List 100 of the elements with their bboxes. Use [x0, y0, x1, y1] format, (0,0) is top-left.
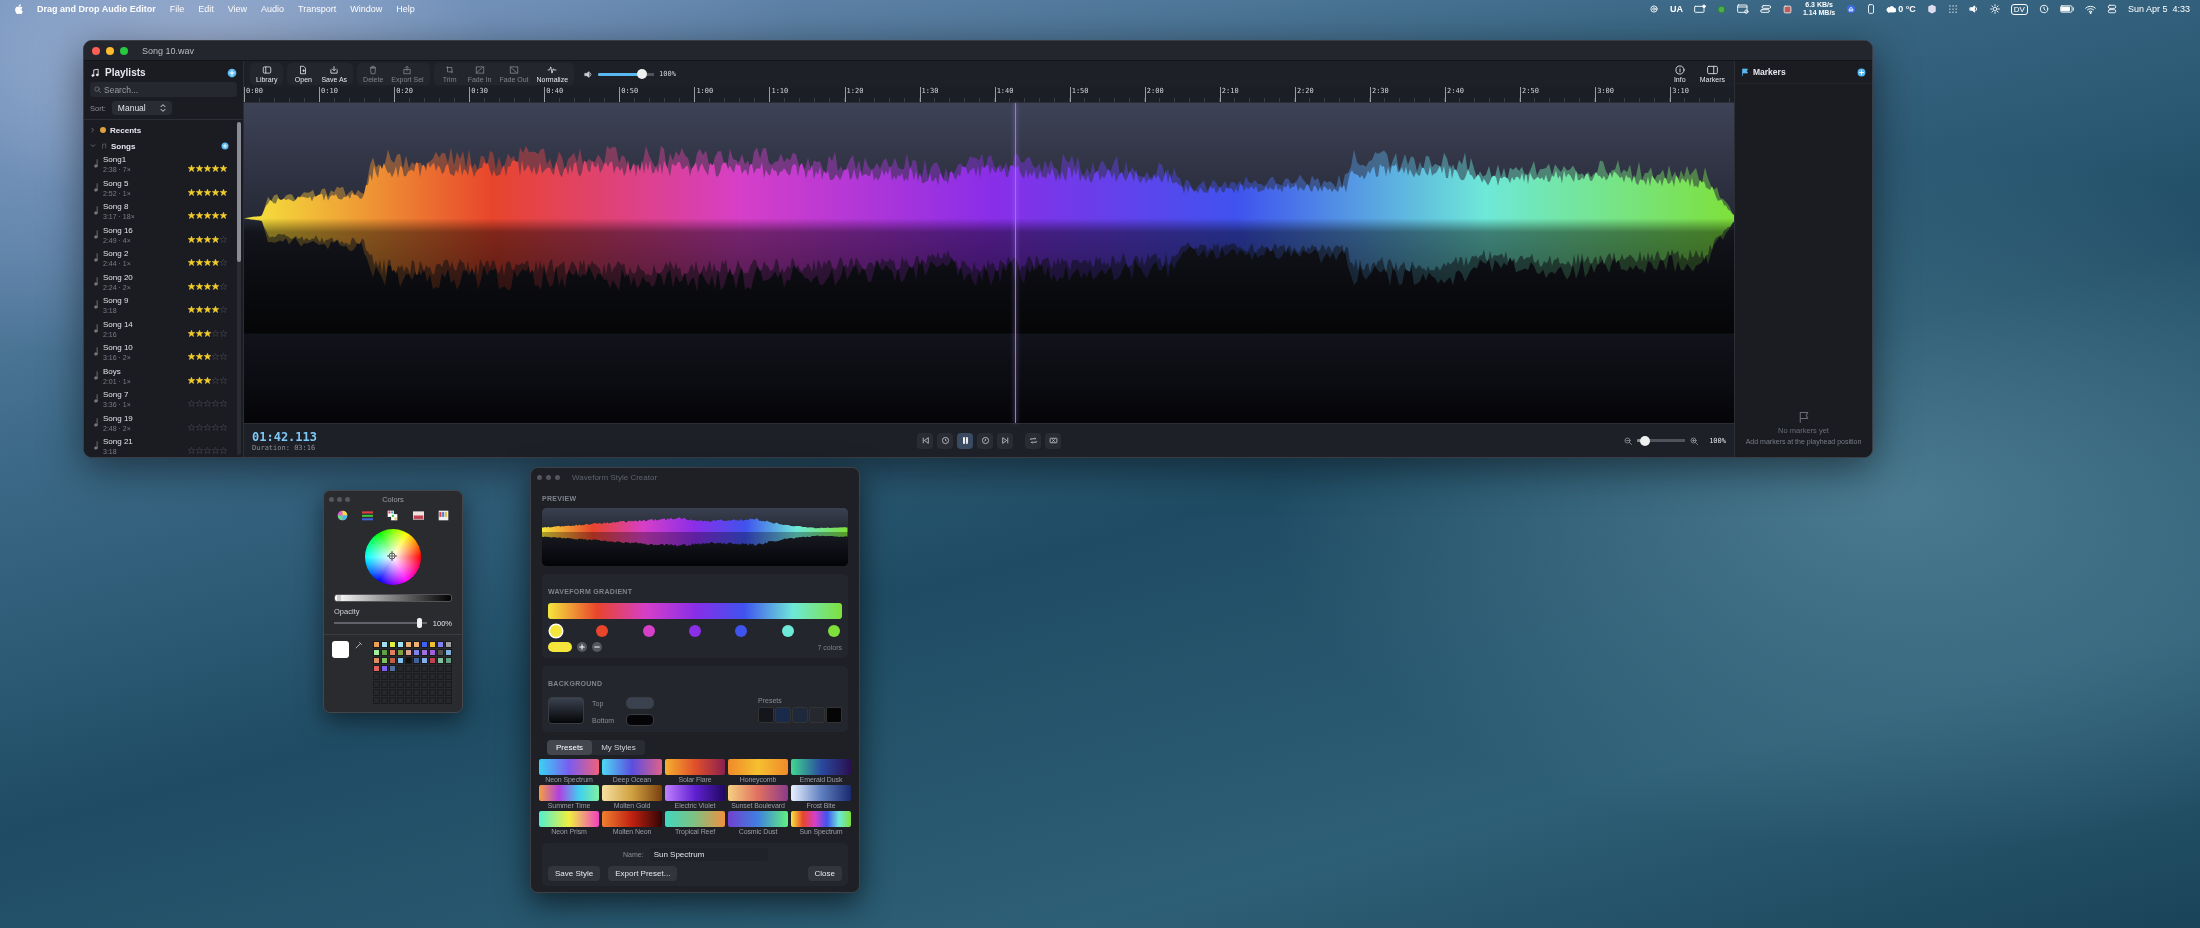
name-field[interactable]: Sun Spectrum	[649, 848, 768, 861]
eject-icon[interactable]	[1846, 4, 1857, 14]
transport-button[interactable]	[957, 432, 973, 449]
playlist-item[interactable]: Songs	[84, 138, 235, 154]
star-rating[interactable]	[188, 353, 227, 360]
color-swatch[interactable]	[332, 641, 349, 658]
music-note-icon	[94, 370, 99, 380]
star-rating[interactable]	[188, 188, 227, 196]
star-rating[interactable]	[188, 165, 227, 172]
volume-icon[interactable]	[584, 69, 594, 79]
zoom-button[interactable]	[120, 46, 128, 55]
star-rating[interactable]	[188, 329, 227, 337]
chip-icon[interactable]	[1782, 4, 1792, 14]
wifi-icon[interactable]	[2084, 4, 2096, 14]
export-button[interactable]: Export Preset...	[608, 866, 678, 881]
control-center-icon[interactable]	[2106, 4, 2117, 14]
phone-icon[interactable]	[1867, 4, 1876, 14]
tab[interactable]: Presets	[547, 740, 593, 755]
sliders-icon[interactable]	[361, 510, 375, 521]
color-stop[interactable]	[781, 625, 794, 637]
close-button[interactable]	[92, 46, 100, 55]
gear-icon[interactable]	[1648, 4, 1659, 14]
color-stop[interactable]	[827, 625, 840, 637]
keyboard-layout[interactable]: UA	[1669, 4, 1683, 14]
flag-icon	[1797, 411, 1810, 423]
remove-stop-button[interactable]	[592, 642, 602, 652]
selected-color-well[interactable]	[548, 642, 572, 652]
window-title: Waveform Style Creator	[572, 473, 658, 482]
color-stop[interactable]	[550, 625, 562, 637]
music-note-icon	[94, 182, 99, 192]
color-wheel[interactable]	[365, 529, 421, 585]
color-stop[interactable]	[689, 625, 701, 637]
cube-icon[interactable]	[1926, 4, 1937, 14]
music-note-icon	[94, 441, 99, 450]
close-button[interactable]: Close	[807, 866, 842, 881]
music-note-icon	[94, 253, 99, 262]
crayons-icon[interactable]	[438, 510, 450, 521]
star-rating[interactable]	[188, 376, 227, 384]
music-note-icon	[90, 67, 100, 78]
sidebar-title: Playlists	[105, 67, 146, 78]
battery-icon[interactable]	[2059, 5, 2074, 13]
background-preview	[548, 697, 584, 724]
slider-thumb[interactable]	[637, 69, 648, 79]
toggle-icon[interactable]	[1759, 4, 1772, 14]
playhead[interactable]	[1014, 103, 1017, 423]
add-stop-button[interactable]	[577, 642, 587, 652]
add-icon[interactable]	[1857, 67, 1866, 77]
star-rating[interactable]	[188, 282, 227, 290]
sort-dropdown[interactable]: Manual	[111, 101, 172, 115]
palette-icon[interactable]	[387, 510, 399, 521]
save-button[interactable]: Save Style	[548, 866, 601, 881]
minimize-button[interactable]	[106, 46, 114, 55]
waveform-drawing[interactable]	[244, 103, 1734, 423]
chevron-right-icon	[90, 127, 96, 133]
add-icon[interactable]	[227, 67, 237, 78]
star-rating[interactable]	[188, 447, 227, 454]
brightness-slider[interactable]	[334, 594, 452, 602]
color-well[interactable]	[626, 697, 655, 709]
current-time: 01:42.113	[252, 429, 319, 444]
color-stop[interactable]	[735, 625, 748, 637]
color-wheel-icon[interactable]	[336, 510, 348, 521]
brightness-icon[interactable]	[1989, 4, 2000, 14]
window-icon[interactable]	[1736, 4, 1749, 14]
display-badge[interactable]: DV	[2010, 3, 2028, 15]
cloud-icon	[1886, 5, 1897, 13]
image-icon[interactable]	[411, 510, 425, 521]
pause-icon	[960, 436, 970, 445]
playlist-item[interactable]: Recents	[84, 122, 235, 138]
tab[interactable]: My Styles	[592, 740, 645, 755]
volume-icon[interactable]	[1968, 4, 1979, 14]
scrollbar[interactable]	[237, 122, 241, 455]
star-rating[interactable]	[188, 259, 227, 266]
star-rating[interactable]	[188, 212, 227, 219]
star-rating[interactable]	[188, 423, 227, 431]
upload-icon	[402, 65, 413, 75]
skip-forward-icon	[1000, 436, 1010, 445]
slider-thumb[interactable]	[417, 618, 423, 628]
screen-icon[interactable]	[1693, 4, 1706, 14]
music-note-icon	[94, 206, 99, 215]
add-icon[interactable]	[221, 142, 229, 150]
crop-icon	[444, 65, 455, 75]
color-stop[interactable]	[596, 625, 609, 637]
zoom-out-icon[interactable]	[1624, 436, 1633, 445]
slider-thumb[interactable]	[337, 595, 342, 601]
color-stop[interactable]	[642, 625, 655, 637]
search-field[interactable]: Search...	[90, 82, 237, 97]
loop-icon	[1028, 436, 1038, 445]
zoom-in-icon[interactable]	[1690, 436, 1699, 445]
swatch-grid[interactable]	[373, 641, 452, 704]
eyedropper-icon[interactable]	[355, 641, 363, 649]
star-rating[interactable]	[188, 235, 227, 243]
clock[interactable]: Sun Apr 5 4:33	[2127, 4, 2190, 14]
star-rating[interactable]	[188, 400, 227, 407]
color-well[interactable]	[626, 714, 655, 726]
crosshair-icon[interactable]	[387, 551, 397, 561]
grid-icon[interactable]	[1947, 4, 1958, 14]
slider-thumb[interactable]	[1640, 435, 1651, 446]
history-icon[interactable]	[2038, 4, 2049, 14]
weather-reading[interactable]: 0 °C	[1886, 4, 1916, 14]
star-rating[interactable]	[188, 306, 227, 313]
